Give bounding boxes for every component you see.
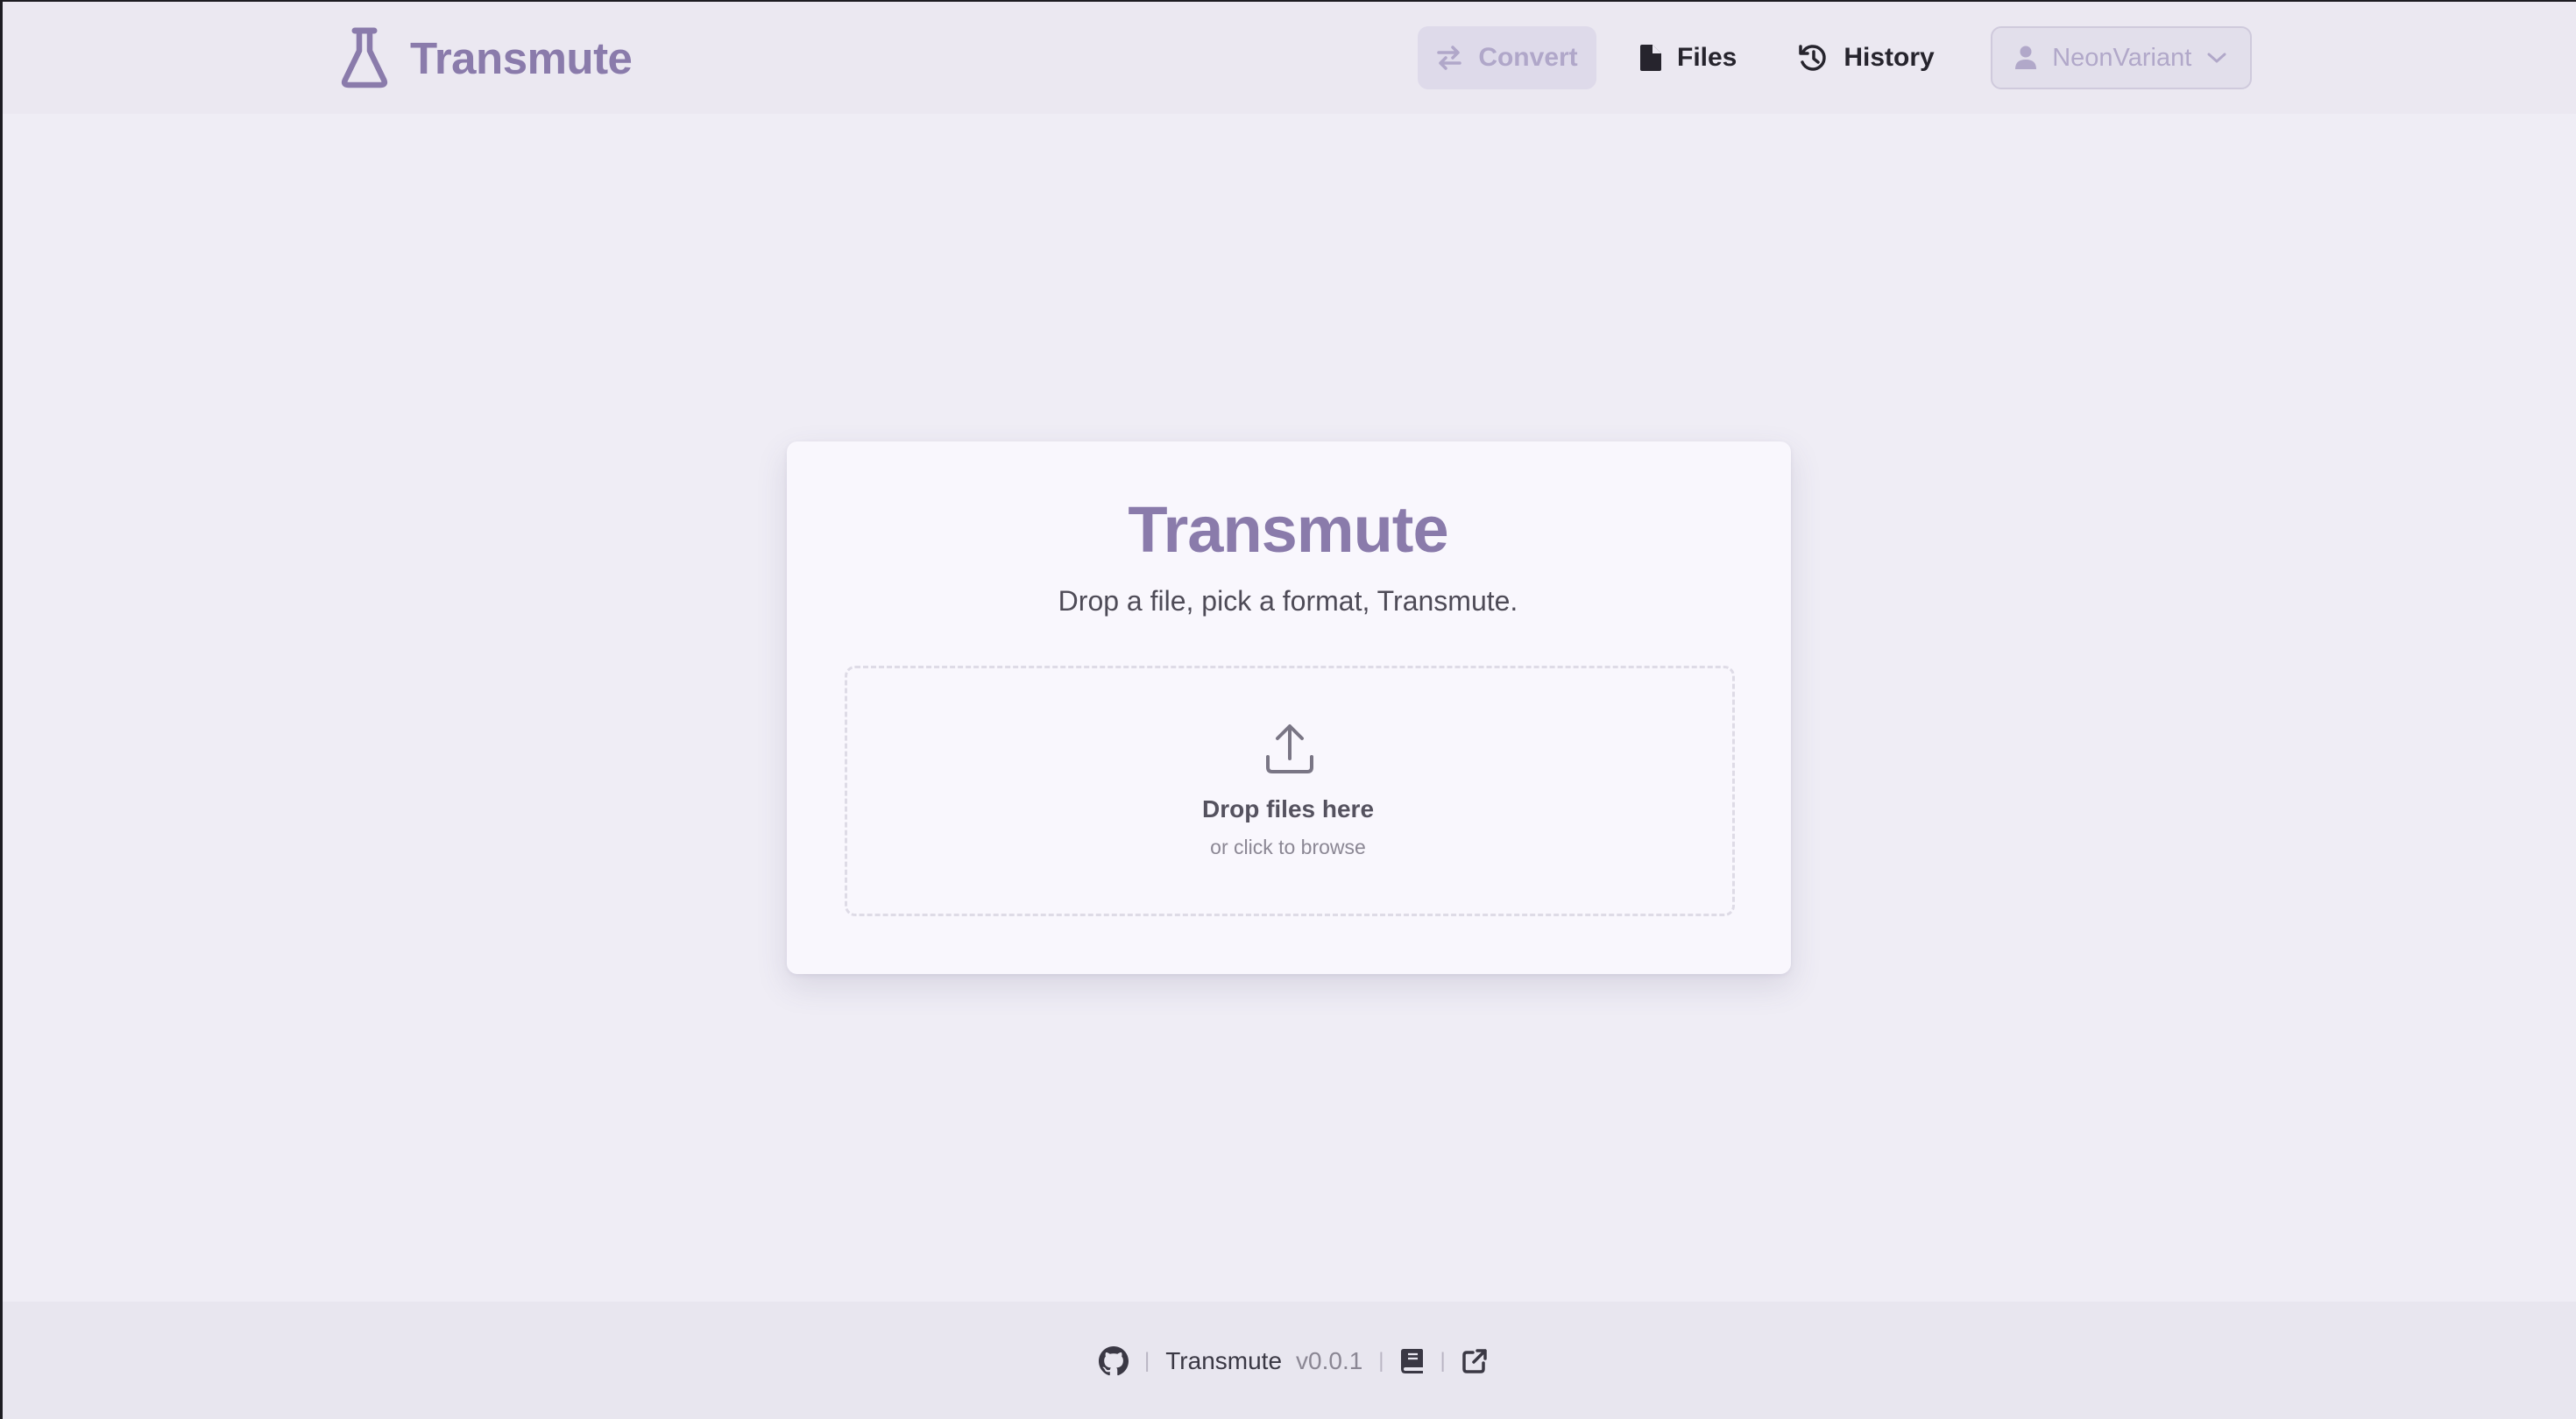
main-nav: Convert Files History NeonVariant xyxy=(1418,25,2252,91)
nav-files-button[interactable]: Files xyxy=(1640,26,1737,89)
chevron-down-icon xyxy=(2207,53,2226,63)
brand-logo-link[interactable]: Transmute xyxy=(340,26,633,89)
flask-icon xyxy=(341,27,388,88)
nav-history-label: History xyxy=(1844,43,1935,72)
file-dropzone[interactable] xyxy=(845,666,1735,916)
top-bar: Transmute Convert Files History NeonVari… xyxy=(0,0,2576,114)
nav-convert-button[interactable]: Convert xyxy=(1418,26,1596,89)
nav-files-label: Files xyxy=(1677,43,1737,72)
dropzone-title: Drop files here xyxy=(1201,795,1375,822)
dropzone-subtitle: or click to browse xyxy=(1210,836,1366,858)
user-menu-label: NeonVariant xyxy=(2052,43,2192,72)
nav-history-button[interactable]: History xyxy=(1798,26,1935,89)
github-icon[interactable] xyxy=(1099,1346,1129,1376)
user-icon xyxy=(2015,46,2037,69)
external-link-icon[interactable] xyxy=(1461,1348,1488,1374)
brand-name: Transmute xyxy=(410,32,633,83)
footer-links: | Transmute v0.0.1 | | xyxy=(1099,1344,1488,1379)
card-subtitle: Drop a file, pick a format, Transmute. xyxy=(1058,585,1518,617)
footer-separator: | xyxy=(1378,1349,1384,1373)
footer-separator: | xyxy=(1144,1349,1150,1373)
footer-app-name: Transmute xyxy=(1165,1347,1283,1374)
file-icon xyxy=(1640,45,1661,71)
nav-convert-label: Convert xyxy=(1478,43,1578,72)
user-menu-dropdown[interactable]: NeonVariant xyxy=(1990,26,2252,89)
swap-arrows-icon xyxy=(1437,46,1462,70)
footer-separator: | xyxy=(1440,1349,1446,1373)
history-icon xyxy=(1799,45,1827,71)
upload-icon xyxy=(1266,724,1313,773)
footer-version: v0.0.1 xyxy=(1296,1347,1363,1374)
book-icon[interactable] xyxy=(1400,1348,1425,1374)
card-title: Transmute xyxy=(1128,493,1448,566)
